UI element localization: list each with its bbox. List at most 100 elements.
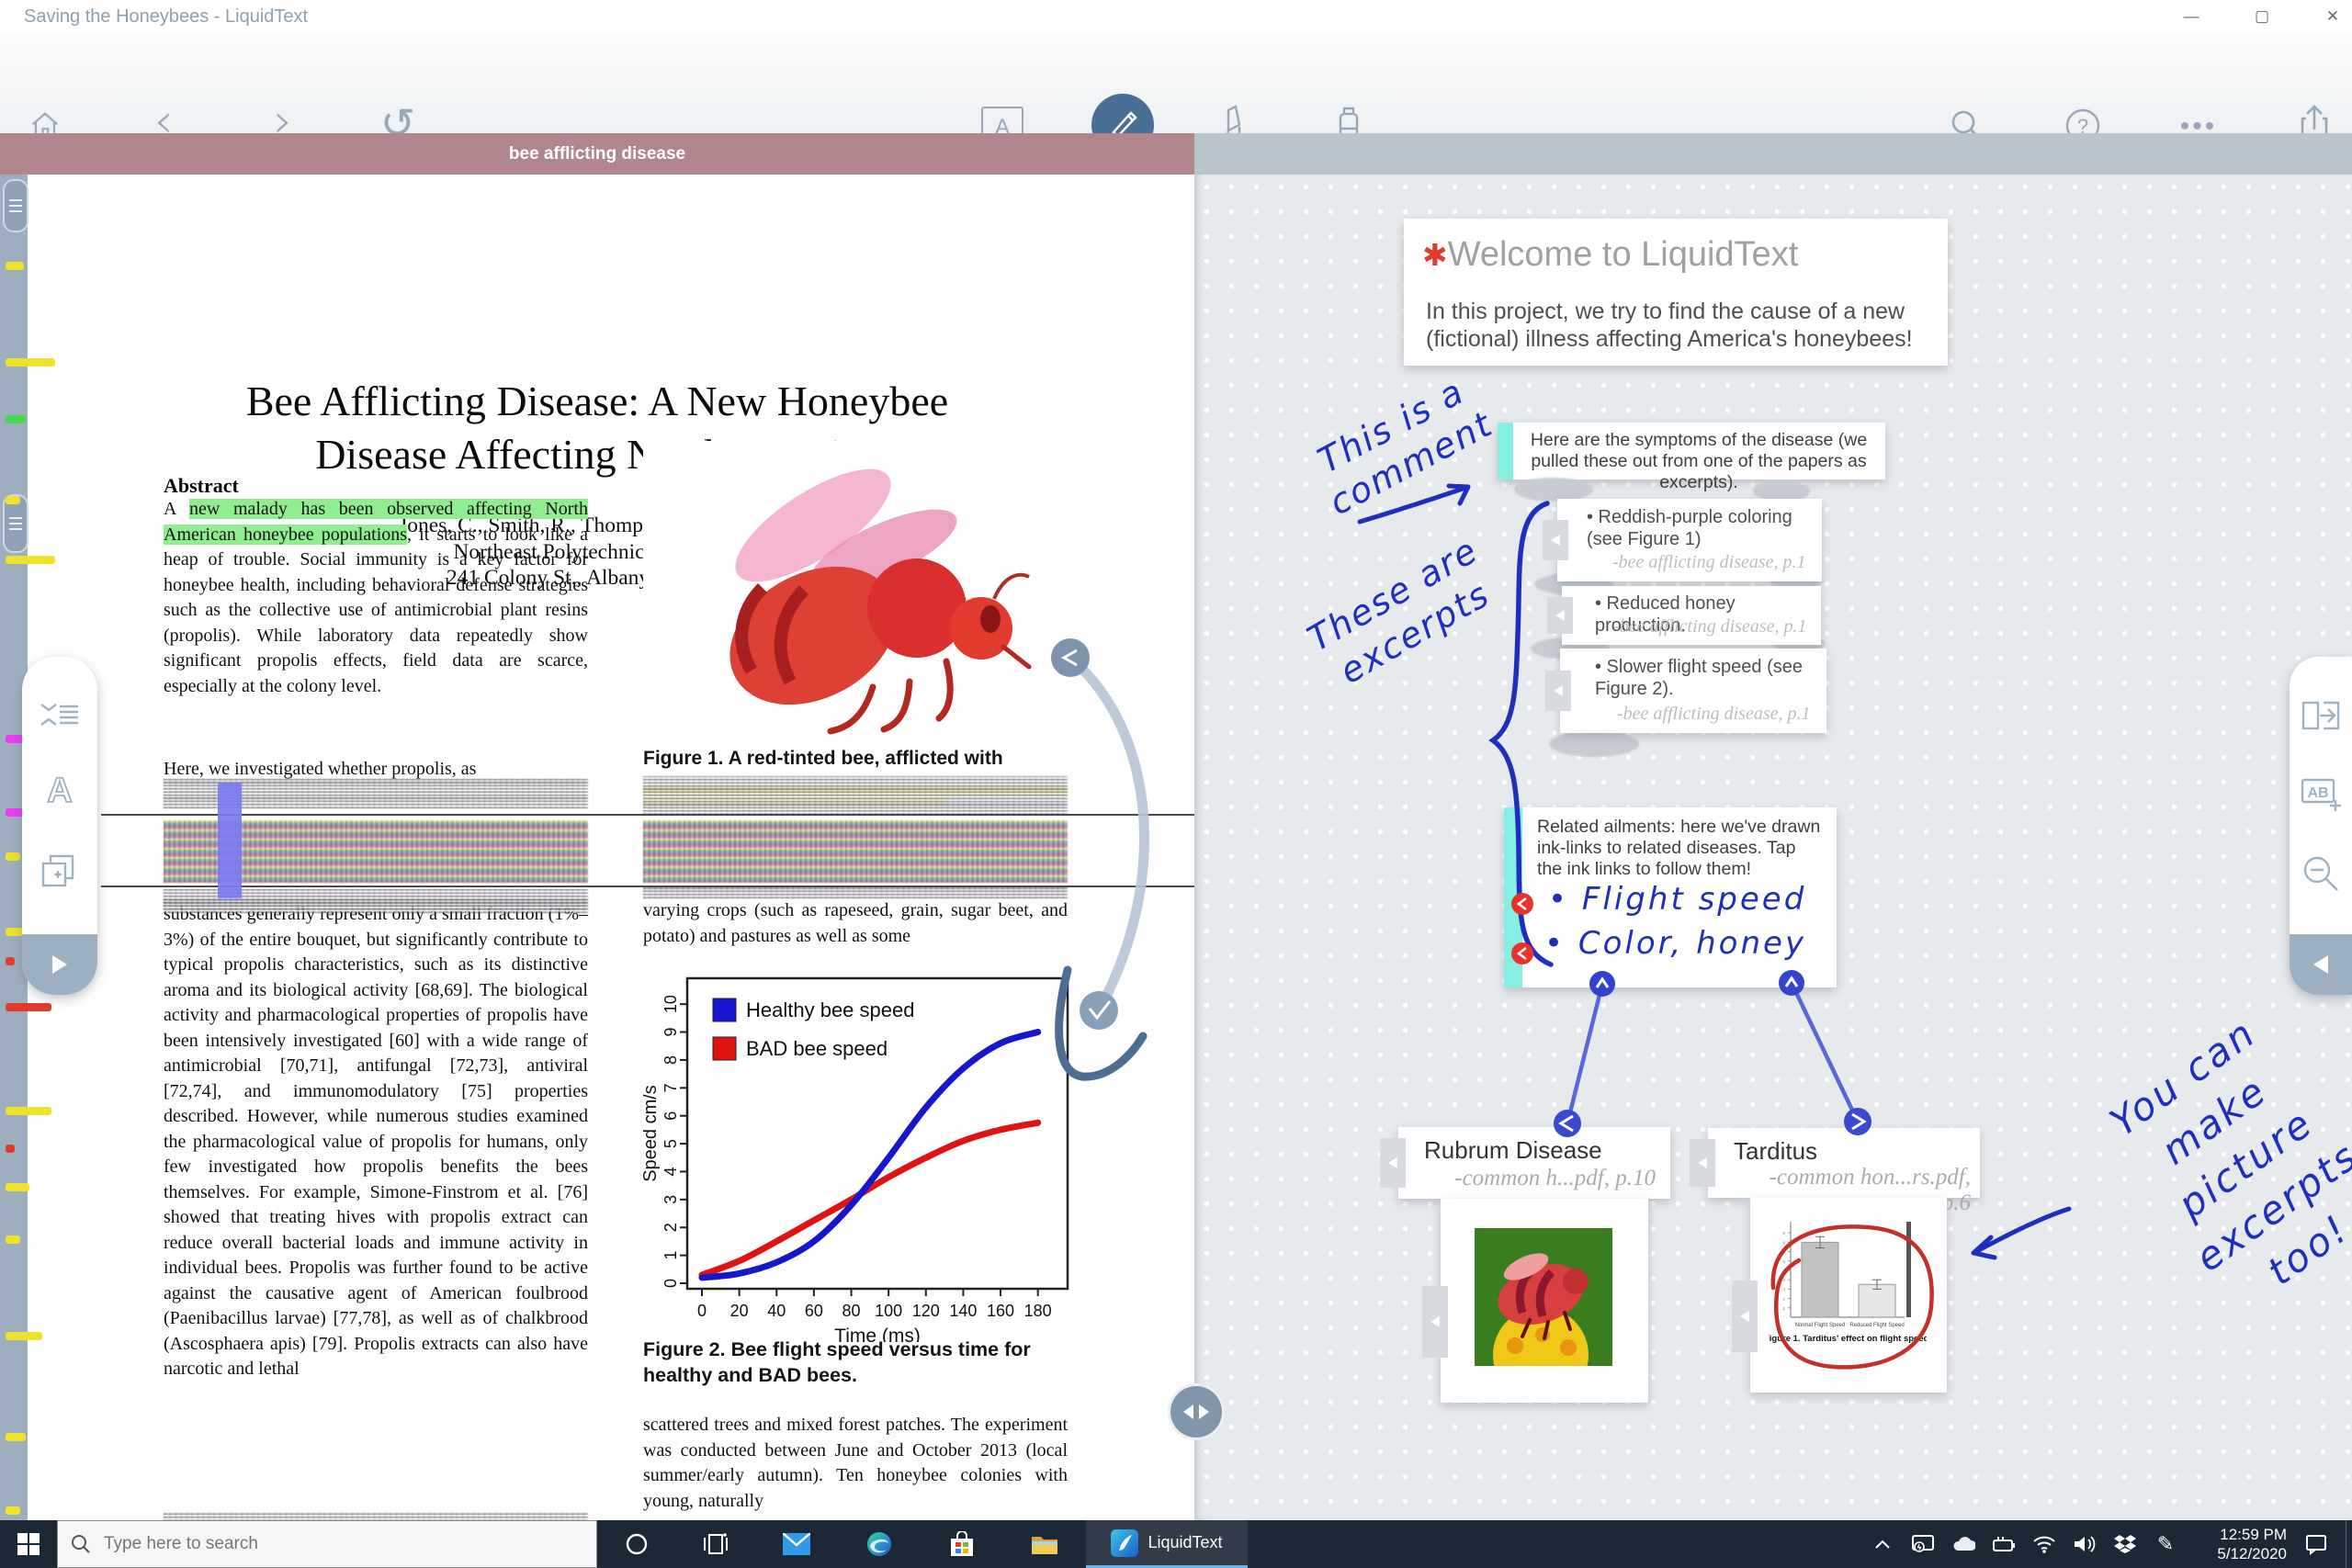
excerpt-tab[interactable] (1732, 1280, 1758, 1352)
close-button[interactable]: ✕ (2305, 0, 2352, 33)
workspace-tools-panel: AB (2290, 657, 2352, 995)
cortana-button[interactable] (597, 1520, 676, 1568)
liquidtext-window: Saving the Honeybees - LiquidText — ▢ ✕ … (0, 0, 2352, 1568)
svg-text:8: 8 (662, 1055, 680, 1065)
file-explorer-icon[interactable] (1003, 1520, 1086, 1568)
create-excerpt-icon[interactable] (40, 852, 80, 891)
collapsed-text-region[interactable] (643, 776, 1068, 815)
welcome-title-row: ✱Welcome to LiquidText (1422, 235, 1798, 275)
highlight-text-icon[interactable]: A (39, 772, 81, 808)
panel-expand-button[interactable] (2290, 934, 2352, 995)
highlight-tick (6, 1003, 51, 1011)
tray-wifi-icon[interactable] (2024, 1520, 2064, 1568)
red-star-icon: ✱ (1422, 238, 1448, 272)
collapse-text-icon[interactable] (38, 701, 82, 728)
picture-excerpt-header-tarditus[interactable]: Tarditus -common hon...rs.pdf, p.6 (1708, 1128, 1980, 1198)
edge-icon (866, 1531, 892, 1557)
liquidtext-app-icon (1111, 1529, 1138, 1557)
tray-onedrive-icon[interactable] (1943, 1520, 1984, 1568)
tray-dropbox-icon[interactable] (2105, 1520, 2145, 1568)
excerpt-tab[interactable] (1690, 1139, 1715, 1187)
edge-browser-icon[interactable] (838, 1520, 921, 1568)
task-view-icon (703, 1532, 729, 1556)
handwriting-color-honey[interactable]: • Color, honey (1544, 925, 1806, 962)
welcome-note[interactable]: ✱Welcome to LiquidText In this project, … (1404, 219, 1948, 366)
handwriting-flight-speed[interactable]: • Flight speed (1548, 881, 1806, 918)
highlight-tick (6, 1145, 15, 1153)
svg-text:Figure 1. Tarditus' effect on: Figure 1. Tarditus' effect on flight spe… (1769, 1334, 1927, 1344)
highlight-tick (6, 415, 26, 423)
maximize-button[interactable]: ▢ (2234, 0, 2290, 33)
pane-divider-handle[interactable] (1168, 1383, 1225, 1440)
highlight-tick (6, 496, 20, 504)
excerpt-source: -bee afflicting disease, p.1 (1613, 616, 1815, 637)
mail-app-icon[interactable] (755, 1520, 838, 1568)
excerpt-card[interactable]: • Slower flight speed (see Figure 2). -b… (1560, 649, 1826, 733)
svg-text:60: 60 (805, 1302, 823, 1320)
svg-text:Normal Flight Speed: Normal Flight Speed (1795, 1323, 1846, 1328)
windows-logo-icon (17, 1533, 40, 1555)
excerpt-source: -bee afflicting disease, p.1 (1612, 552, 1815, 573)
system-tray: ✎ 12:59 PM 5/12/2020 (1862, 1520, 2352, 1568)
picture-excerpt-body-rubrum[interactable] (1441, 1199, 1648, 1403)
svg-text:120: 120 (912, 1302, 940, 1320)
comment-related-ailments[interactable]: Related ailments: here we've drawn ink-l… (1504, 807, 1837, 987)
panel-expand-button[interactable] (22, 934, 97, 995)
picture-excerpt-header-rubrum[interactable]: Rubrum Disease -common h...pdf, p.10 (1398, 1127, 1670, 1199)
excerpt-card[interactable]: • Reddish-purple coloring (see Figure 1)… (1557, 499, 1822, 581)
chevron-left-icon (1740, 1311, 1749, 1322)
start-button[interactable] (0, 1520, 57, 1568)
windows-taskbar: LiquidText ✎ (0, 1520, 2352, 1568)
pinch-handle[interactable] (3, 179, 28, 232)
excerpt-tail (1549, 731, 1639, 757)
add-text-note-icon[interactable]: AB (2299, 774, 2343, 813)
highlight-tick (6, 1433, 26, 1441)
collapsed-text-region[interactable] (643, 887, 1068, 898)
tray-chevron-up-icon[interactable] (1862, 1520, 1903, 1568)
collapse-grip[interactable] (218, 783, 242, 900)
highlight-tick (6, 1332, 42, 1340)
divider-left-arrow-icon (1183, 1404, 1193, 1419)
store-icon (950, 1531, 974, 1557)
tray-clock[interactable]: 12:59 PM 5/12/2020 (2186, 1525, 2287, 1563)
highlight-tick (6, 852, 20, 861)
expand-left-icon (2313, 955, 2328, 974)
liquidtext-taskbar-button[interactable]: LiquidText (1086, 1520, 1248, 1568)
tray-display-icon[interactable] (1903, 1520, 1943, 1568)
excerpt-tab[interactable] (1543, 520, 1568, 560)
excerpt-tab[interactable] (1545, 671, 1571, 711)
window-title: Saving the Honeybees - LiquidText (24, 6, 308, 28)
highlight-tick (6, 1183, 29, 1191)
svg-text:6: 6 (662, 1111, 680, 1121)
tray-volume-icon[interactable] (2064, 1520, 2105, 1568)
excerpt-tab[interactable] (1547, 597, 1573, 634)
zoom-out-icon[interactable] (2301, 853, 2341, 894)
figure1-caption: Figure 1. A red-tinted bee, afflicted wi… (643, 746, 1068, 772)
picture-excerpt-body-tarditus[interactable]: 1 2 3 4 5 6 7 8 9 Normal Flight Speed Re… (1750, 1198, 1947, 1393)
folder-icon (1031, 1533, 1058, 1555)
show-desktop-button[interactable] (2346, 1520, 2352, 1568)
comment-symptoms[interactable]: Here are the symptoms of the disease (we… (1498, 423, 1885, 479)
svg-text:0: 0 (697, 1302, 707, 1320)
tray-battery-icon[interactable] (1984, 1520, 2024, 1568)
action-center-button[interactable] (2287, 1520, 2346, 1568)
store-app-icon[interactable] (921, 1520, 1003, 1568)
collapsed-text-region[interactable] (643, 820, 1068, 883)
send-to-workspace-icon[interactable] (2300, 697, 2342, 734)
document-tab[interactable]: bee afflicting disease (0, 133, 1194, 175)
svg-text:AB: AB (2307, 785, 2328, 801)
search-input[interactable] (102, 1533, 547, 1555)
minimize-button[interactable]: — (2164, 0, 2219, 33)
excerpt-card[interactable]: • Reduced honey production. -bee afflict… (1562, 586, 1821, 645)
right-column-text: scattered trees and mixed forest patches… (643, 1413, 1068, 1514)
taskbar-search-box[interactable] (57, 1520, 597, 1568)
taskbar-app-label: LiquidText (1148, 1533, 1222, 1552)
excerpt-tab[interactable] (1422, 1286, 1448, 1358)
document-tab-bar: bee afflicting disease (0, 133, 1194, 175)
workspace-tab-bar (1194, 133, 2352, 175)
highlight-tick (6, 1107, 51, 1115)
tray-windows-ink-icon[interactable]: ✎ (2145, 1520, 2186, 1568)
excerpt-tab[interactable] (1380, 1138, 1406, 1188)
task-view-button[interactable] (676, 1520, 755, 1568)
svg-text:80: 80 (842, 1302, 861, 1320)
